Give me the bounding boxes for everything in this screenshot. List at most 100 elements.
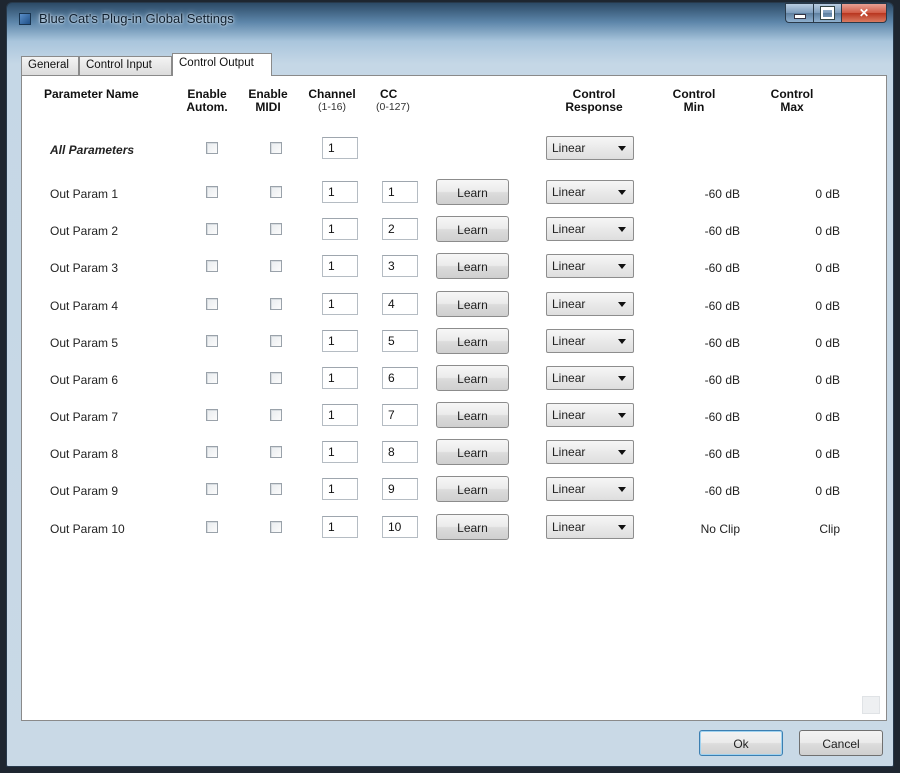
cc-input[interactable]: 2 [382,218,418,240]
control-output-panel: Parameter Name Enable Autom. Enable MIDI… [21,75,887,721]
table-row: Out Param 9 1 9 Learn Linear -60 dB 0 dB [22,476,886,507]
cc-input[interactable]: 8 [382,441,418,463]
enable-autom-checkbox[interactable] [206,446,218,458]
cc-input[interactable]: 9 [382,478,418,500]
learn-button[interactable]: Learn [436,216,509,242]
learn-button[interactable]: Learn [436,253,509,279]
control-min-value: -60 dB [704,484,740,498]
response-select[interactable]: Linear [546,366,634,390]
cancel-button[interactable]: Cancel [799,730,883,756]
enable-autom-checkbox[interactable] [206,521,218,533]
control-max-value: 0 dB [815,373,840,387]
learn-button[interactable]: Learn [436,439,509,465]
all-enable-midi-checkbox[interactable] [270,142,282,154]
response-value: Linear [552,482,586,496]
channel-input[interactable]: 1 [322,441,358,463]
response-select[interactable]: Linear [546,217,634,241]
learn-button[interactable]: Learn [436,365,509,391]
parameter-name: Out Param 6 [50,373,119,387]
parameter-name: Out Param 4 [50,299,119,313]
ok-button[interactable]: Ok [699,730,783,756]
all-enable-autom-checkbox[interactable] [206,142,218,154]
learn-button[interactable]: Learn [436,476,509,502]
tab-control-input[interactable]: Control Input [79,56,172,75]
control-min-value: -60 dB [704,410,740,424]
tab-general[interactable]: General [21,56,79,75]
header-control-max: Control Max [762,88,822,114]
response-select[interactable]: Linear [546,477,634,501]
response-select[interactable]: Linear [546,440,634,464]
response-select[interactable]: Linear [546,403,634,427]
maximize-icon [820,6,835,20]
channel-input[interactable]: 1 [322,181,358,203]
header-control-min: Control Min [666,88,722,114]
enable-autom-checkbox[interactable] [206,223,218,235]
control-max-value: 0 dB [815,447,840,461]
enable-autom-checkbox[interactable] [206,260,218,272]
learn-button[interactable]: Learn [436,328,509,354]
enable-midi-checkbox[interactable] [270,260,282,272]
response-select[interactable]: Linear [546,254,634,278]
enable-autom-checkbox[interactable] [206,335,218,347]
enable-autom-checkbox[interactable] [206,409,218,421]
table-row: Out Param 4 1 4 Learn Linear -60 dB 0 dB [22,291,886,322]
learn-button[interactable]: Learn [436,291,509,317]
channel-input[interactable]: 1 [322,293,358,315]
cc-input[interactable]: 4 [382,293,418,315]
minimize-button[interactable] [785,3,813,23]
channel-input[interactable]: 1 [322,367,358,389]
control-min-value: -60 dB [704,447,740,461]
cc-input[interactable]: 10 [382,516,418,538]
header-control-response-line2: Response [565,100,623,114]
cc-input[interactable]: 5 [382,330,418,352]
control-max-value: 0 dB [815,336,840,350]
all-response-select[interactable]: Linear [546,136,634,160]
learn-button[interactable]: Learn [436,179,509,205]
enable-autom-checkbox[interactable] [206,186,218,198]
maximize-button[interactable] [813,3,841,23]
channel-input[interactable]: 1 [322,478,358,500]
close-button[interactable]: ✕ [841,3,887,23]
channel-input[interactable]: 1 [322,404,358,426]
channel-input[interactable]: 1 [322,218,358,240]
enable-autom-checkbox[interactable] [206,483,218,495]
enable-midi-checkbox[interactable] [270,372,282,384]
header-channel-range: (1-16) [317,101,346,113]
enable-midi-checkbox[interactable] [270,483,282,495]
control-min-value: -60 dB [704,336,740,350]
response-select[interactable]: Linear [546,329,634,353]
channel-input[interactable]: 1 [322,255,358,277]
minimize-icon [793,13,806,19]
learn-button[interactable]: Learn [436,514,509,540]
dropdown-arrow-icon [618,450,626,455]
title-bar[interactable]: Blue Cat's Plug-in Global Settings ✕ [7,3,893,35]
control-min-value: -60 dB [704,224,740,238]
enable-midi-checkbox[interactable] [270,223,282,235]
enable-midi-checkbox[interactable] [270,335,282,347]
response-select[interactable]: Linear [546,292,634,316]
enable-midi-checkbox[interactable] [270,409,282,421]
channel-input[interactable]: 1 [322,330,358,352]
response-value: Linear [552,445,586,459]
enable-autom-checkbox[interactable] [206,372,218,384]
response-select[interactable]: Linear [546,180,634,204]
cc-input[interactable]: 3 [382,255,418,277]
control-max-value: 0 dB [815,261,840,275]
cc-input[interactable]: 6 [382,367,418,389]
response-select[interactable]: Linear [546,515,634,539]
enable-midi-checkbox[interactable] [270,186,282,198]
all-channel-input[interactable]: 1 [322,137,358,159]
control-max-value: Clip [819,522,840,536]
channel-input[interactable]: 1 [322,516,358,538]
all-response-value: Linear [552,141,586,155]
learn-button[interactable]: Learn [436,402,509,428]
enable-midi-checkbox[interactable] [270,298,282,310]
tab-control-output[interactable]: Control Output [172,53,272,76]
cc-input[interactable]: 1 [382,181,418,203]
parameter-name: Out Param 3 [50,261,119,275]
cc-input[interactable]: 7 [382,404,418,426]
enable-midi-checkbox[interactable] [270,446,282,458]
enable-midi-checkbox[interactable] [270,521,282,533]
enable-autom-checkbox[interactable] [206,298,218,310]
resize-grip-icon[interactable] [862,696,880,714]
